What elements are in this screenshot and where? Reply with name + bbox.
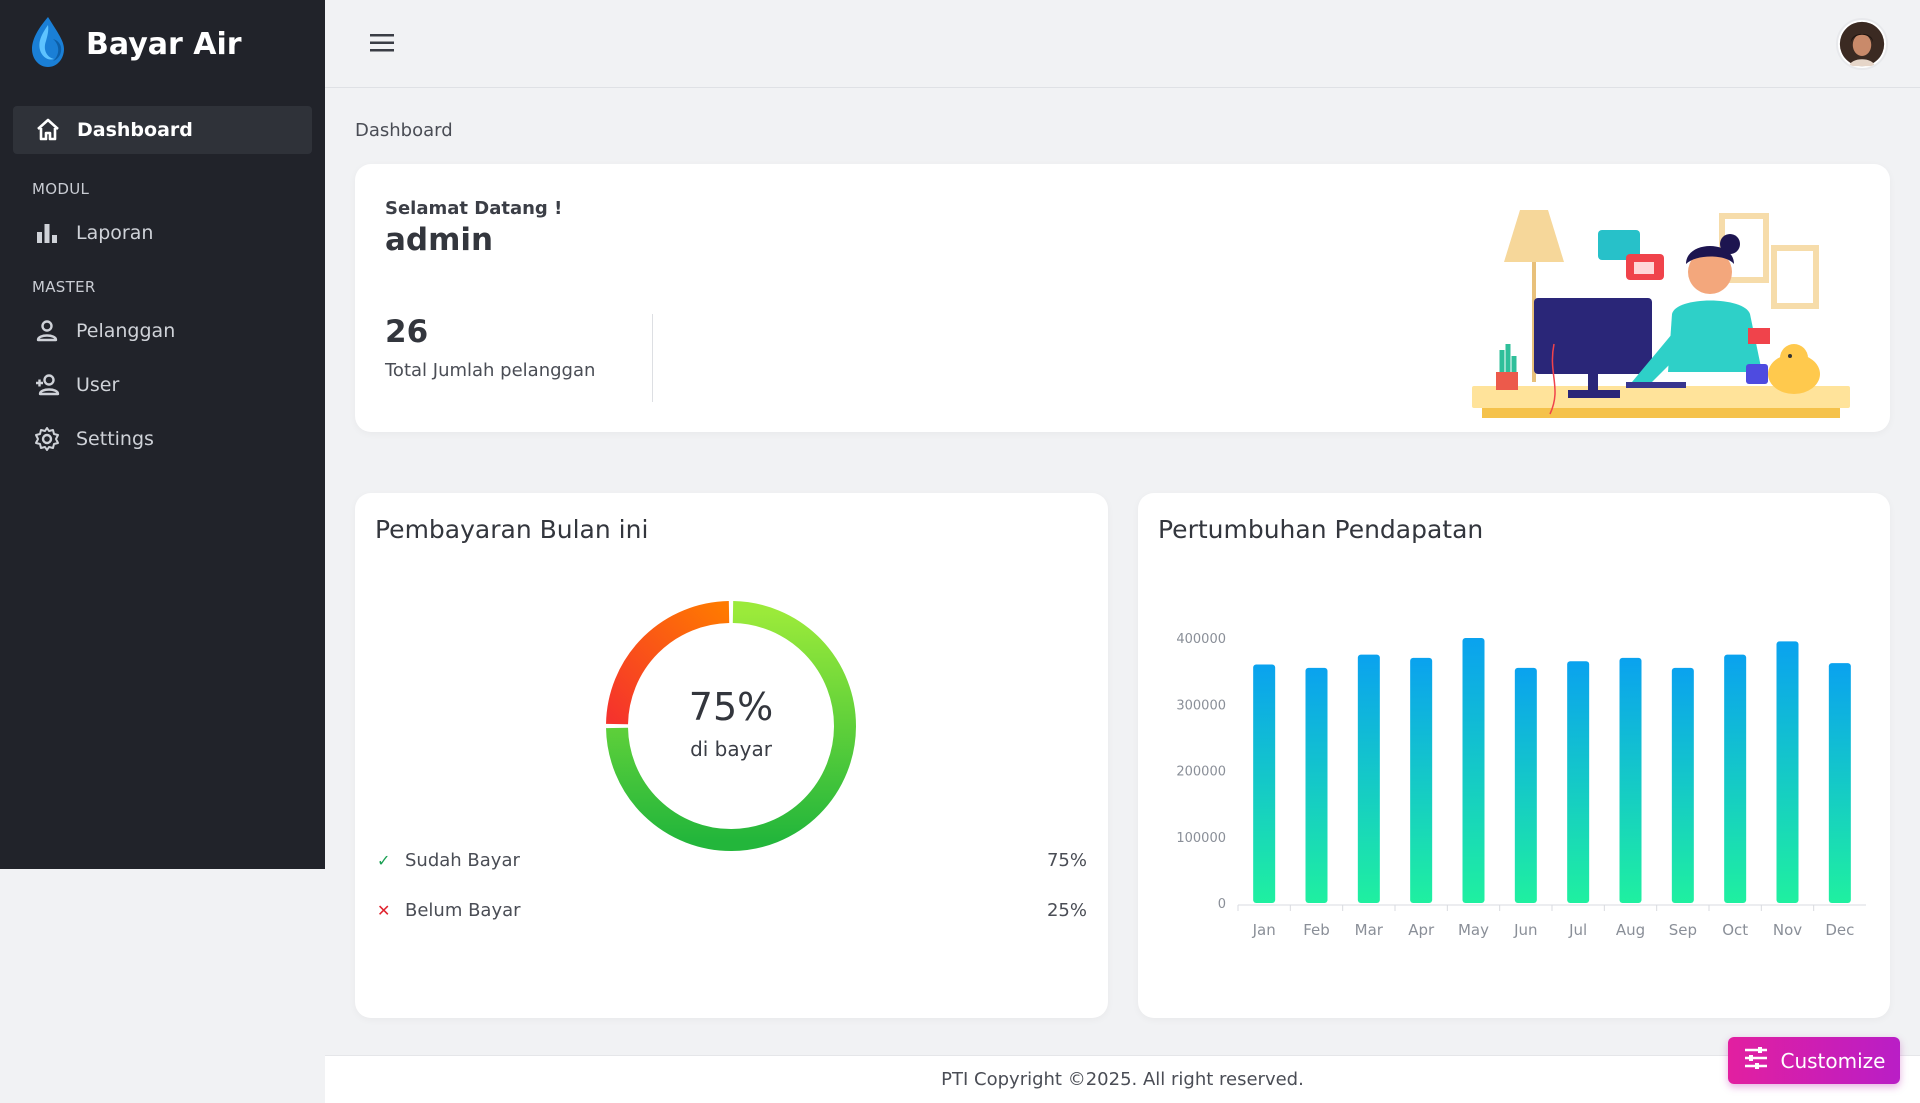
x-tick-label: Jan xyxy=(1252,921,1276,939)
chart-bar[interactable] xyxy=(1619,657,1642,903)
sidebar-item-dashboard[interactable]: Dashboard xyxy=(13,106,312,154)
breadcrumb: Dashboard xyxy=(355,120,453,141)
person-icon xyxy=(34,318,60,344)
chart-bar[interactable] xyxy=(1514,667,1537,903)
y-tick-label: 400000 xyxy=(1176,632,1226,647)
total-customers-value: 26 xyxy=(385,314,429,350)
cross-icon: ✕ xyxy=(377,900,391,920)
add-user-icon xyxy=(34,372,60,398)
sidebar-item-user[interactable]: User xyxy=(0,358,325,412)
username: admin xyxy=(385,222,494,258)
y-tick-label: 100000 xyxy=(1176,831,1226,846)
footer-copyright: PTI Copyright ©2025. All right reserved. xyxy=(941,1069,1304,1090)
chart-bar[interactable] xyxy=(1776,641,1799,903)
donut-center-label: di bayar xyxy=(690,737,773,761)
x-tick-label: Jun xyxy=(1513,921,1537,939)
x-tick-label: Mar xyxy=(1355,921,1384,939)
workspace-illustration xyxy=(1472,210,1850,418)
check-icon: ✓ xyxy=(377,850,391,870)
divider xyxy=(652,314,653,402)
chart-bar[interactable] xyxy=(1357,654,1380,903)
x-tick-label: Feb xyxy=(1303,921,1330,939)
brand[interactable]: Bayar Air xyxy=(0,0,325,88)
sidebar-item-pelanggan[interactable]: Pelanggan xyxy=(0,304,325,358)
y-tick-label: 200000 xyxy=(1176,765,1226,780)
chart-bar[interactable] xyxy=(1305,667,1328,903)
total-customers-label: Total Jumlah pelanggan xyxy=(385,360,596,381)
revenue-bar-chart: 0 100000 200000 300000 400000 Jan Feb Mar Apr May… xyxy=(1176,632,1866,939)
chart-bar[interactable] xyxy=(1410,657,1433,903)
chart-bar[interactable] xyxy=(1724,654,1747,903)
payment-donut-chart: 75% di bayar xyxy=(606,601,856,851)
sidebar-item-laporan[interactable]: Laporan xyxy=(0,206,325,260)
welcome-card: Selamat Datang ! admin 26 Total Jumlah p… xyxy=(355,164,1890,432)
topbar xyxy=(325,0,1920,88)
payment-card-title: Pembayaran Bulan ini xyxy=(375,515,649,544)
payment-card: Pembayaran Bulan ini 75% di bayar ✓ Suda… xyxy=(355,493,1108,1018)
sliders-icon xyxy=(1743,1046,1781,1075)
sidebar-item-label: Laporan xyxy=(76,222,154,244)
x-tick-label: May xyxy=(1458,921,1489,939)
sidebar-item-label: Dashboard xyxy=(77,119,193,141)
sidebar-item-settings[interactable]: Settings xyxy=(0,412,325,466)
x-tick-label: Apr xyxy=(1408,921,1435,939)
x-tick-label: Jul xyxy=(1568,921,1587,939)
sidebar: Bayar Air Dashboard MODUL Laporan MASTER… xyxy=(0,0,325,869)
app-name: Bayar Air xyxy=(86,26,242,62)
revenue-growth-card: Pertumbuhan Pendapatan 0 100000 200000 3000… xyxy=(1138,493,1890,1018)
customize-button[interactable]: Customize xyxy=(1728,1037,1900,1084)
legend-label: Sudah Bayar xyxy=(405,849,520,871)
gear-icon xyxy=(34,426,60,452)
sidebar-item-label: User xyxy=(76,374,120,396)
avatar[interactable] xyxy=(1836,18,1888,70)
legend-label: Belum Bayar xyxy=(405,899,521,921)
legend-value: 25% xyxy=(1046,899,1087,921)
hamburger-menu-icon[interactable] xyxy=(370,32,396,54)
y-tick-label: 300000 xyxy=(1176,698,1226,713)
bar-chart-icon xyxy=(34,220,60,246)
legend-row-unpaid: ✕ Belum Bayar 25% xyxy=(377,895,1087,925)
x-tick-label: Oct xyxy=(1722,921,1748,939)
sidebar-item-label: Settings xyxy=(76,428,154,450)
chart-bar[interactable] xyxy=(1671,667,1694,903)
x-tick-label: Nov xyxy=(1773,921,1802,939)
legend-row-paid: ✓ Sudah Bayar 75% xyxy=(377,845,1087,875)
chart-bar[interactable] xyxy=(1462,638,1485,903)
legend-value: 75% xyxy=(1046,849,1087,871)
x-tick-label: Dec xyxy=(1825,921,1854,939)
home-icon xyxy=(35,117,61,143)
y-tick-label: 0 xyxy=(1218,897,1226,912)
greeting-text: Selamat Datang ! xyxy=(385,198,563,219)
footer: PTI Copyright ©2025. All right reserved. xyxy=(325,1055,1920,1103)
sidebar-section-title: MASTER xyxy=(32,278,96,296)
sidebar-section-title: MODUL xyxy=(32,180,90,198)
chart-bar[interactable] xyxy=(1253,664,1276,904)
donut-center-value: 75% xyxy=(689,685,773,729)
x-tick-label: Aug xyxy=(1616,921,1645,939)
water-drop-logo-icon xyxy=(26,15,70,73)
chart-bar[interactable] xyxy=(1828,663,1851,903)
sidebar-item-label: Pelanggan xyxy=(76,320,176,342)
x-tick-label: Sep xyxy=(1669,921,1697,939)
customize-label: Customize xyxy=(1780,1048,1886,1073)
chart-bar[interactable] xyxy=(1567,661,1590,903)
